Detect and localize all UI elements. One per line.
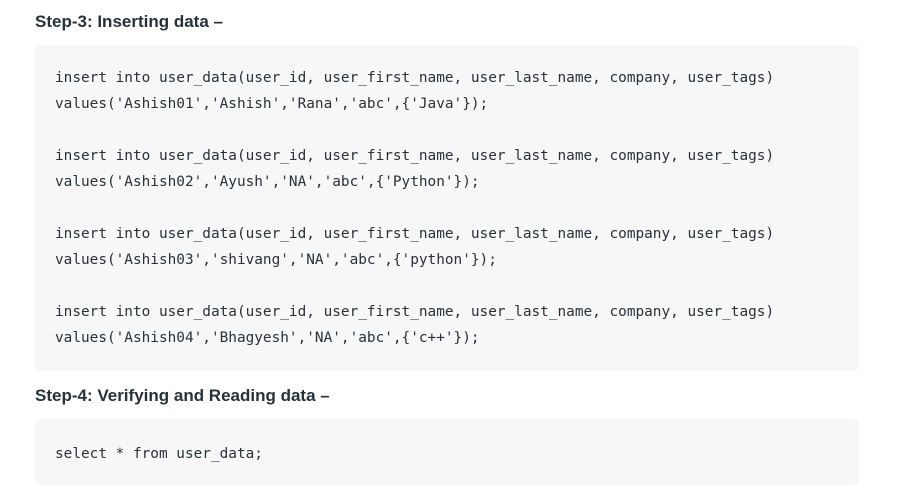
code-line: values('Ashish04','Bhagyesh','NA','abc',… bbox=[55, 330, 480, 346]
code-line: insert into user_data(user_id, user_firs… bbox=[55, 226, 775, 242]
step-4-heading: Step-4: Verifying and Reading data – bbox=[35, 386, 330, 405]
code-line: insert into user_data(user_id, user_firs… bbox=[55, 70, 775, 86]
insert-code-block: insert into user_data(user_id, user_firs… bbox=[35, 45, 859, 371]
code-line: select * from user_data; bbox=[55, 446, 263, 462]
step-3-heading: Step-3: Inserting data – bbox=[35, 12, 223, 31]
code-line: insert into user_data(user_id, user_firs… bbox=[55, 148, 775, 164]
code-line: values('Ashish03','shivang','NA','abc',{… bbox=[55, 252, 497, 268]
code-line: values('Ashish01','Ashish','Rana','abc',… bbox=[55, 96, 489, 112]
code-line: values('Ashish02','Ayush','NA','abc',{'P… bbox=[55, 174, 480, 190]
select-code-block: select * from user_data; bbox=[35, 419, 859, 485]
code-line: insert into user_data(user_id, user_firs… bbox=[55, 304, 775, 320]
